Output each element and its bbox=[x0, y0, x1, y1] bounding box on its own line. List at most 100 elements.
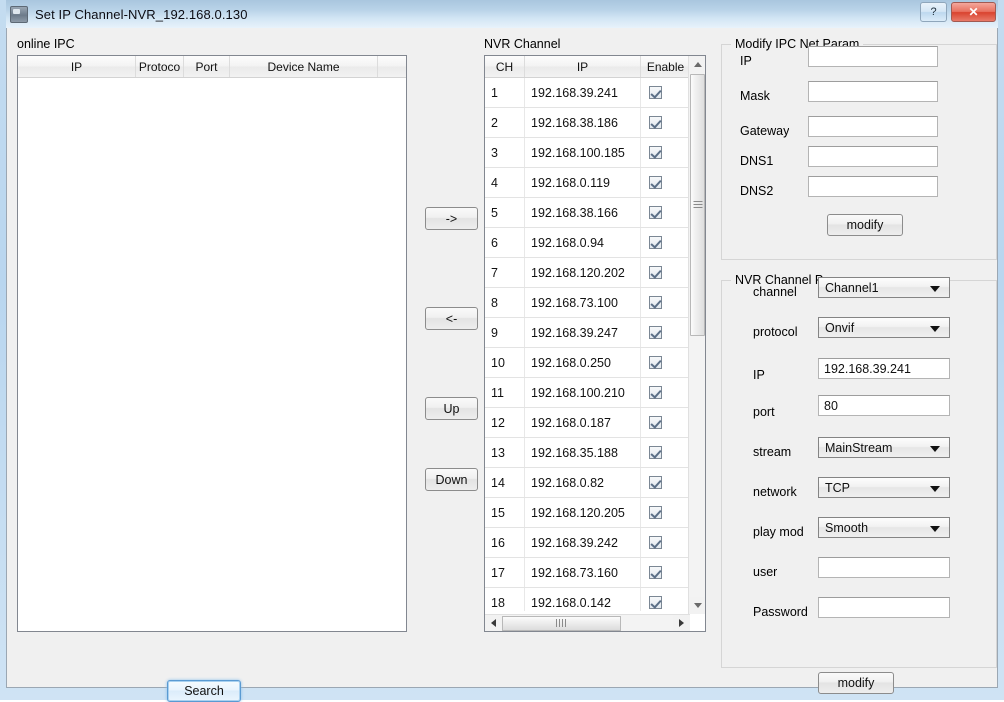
ipc-dns1-input[interactable] bbox=[808, 146, 938, 167]
nvr-modify-button[interactable]: modify bbox=[818, 672, 894, 694]
table-row[interactable]: 8 192.168.73.100 bbox=[485, 288, 690, 318]
table-row[interactable]: 4 192.168.0.119 bbox=[485, 168, 690, 198]
help-button[interactable]: ? bbox=[920, 2, 947, 22]
nvr-channel-table-body[interactable]: 1 192.168.39.241 2 192.168.38.186 3 192.168.1… bbox=[485, 78, 690, 611]
move-up-button[interactable]: Up bbox=[425, 397, 478, 420]
table-row[interactable]: 9 192.168.39.247 bbox=[485, 318, 690, 348]
enable-checkbox[interactable] bbox=[649, 476, 662, 489]
channel-enable-cell[interactable] bbox=[641, 438, 690, 467]
enable-checkbox[interactable] bbox=[649, 266, 662, 279]
stream-select[interactable]: MainStream bbox=[818, 437, 950, 458]
nvr-channel-table[interactable]: CH IP Enable 1 192.168.39.241 2 192.168.38.18… bbox=[484, 55, 706, 632]
table-row[interactable]: 14 192.168.0.82 bbox=[485, 468, 690, 498]
ipc-ip-input[interactable] bbox=[808, 46, 938, 67]
enable-checkbox[interactable] bbox=[649, 566, 662, 579]
channel-enable-cell[interactable] bbox=[641, 78, 690, 107]
table-row[interactable]: 1 192.168.39.241 bbox=[485, 78, 690, 108]
enable-checkbox[interactable] bbox=[649, 416, 662, 429]
enable-checkbox[interactable] bbox=[649, 116, 662, 129]
enable-checkbox[interactable] bbox=[649, 206, 662, 219]
online-ipc-table[interactable]: IP Protoco Port Device Name bbox=[17, 55, 407, 632]
password-input[interactable] bbox=[818, 597, 950, 618]
channel-enable-cell[interactable] bbox=[641, 408, 690, 437]
play-mode-select[interactable]: Smooth bbox=[818, 517, 950, 538]
nvr-horizontal-scrollbar[interactable] bbox=[485, 614, 690, 631]
nvr-port-input[interactable]: 80 bbox=[818, 395, 950, 416]
table-row[interactable]: 17 192.168.73.160 bbox=[485, 558, 690, 588]
channel-enable-cell[interactable] bbox=[641, 258, 690, 287]
enable-checkbox[interactable] bbox=[649, 236, 662, 249]
scroll-up-icon[interactable] bbox=[689, 56, 705, 73]
online-ipc-column-header[interactable]: IP bbox=[18, 56, 136, 77]
user-input[interactable] bbox=[818, 557, 950, 578]
move-left-button[interactable]: <- bbox=[425, 307, 478, 330]
channel-enable-cell[interactable] bbox=[641, 378, 690, 407]
close-icon[interactable]: ✕ bbox=[951, 2, 996, 22]
nvr-column-header[interactable]: CH bbox=[485, 56, 525, 77]
channel-enable-cell[interactable] bbox=[641, 528, 690, 557]
ipc-dns2-input[interactable] bbox=[808, 176, 938, 197]
ipc-mask-input[interactable] bbox=[808, 81, 938, 102]
table-row[interactable]: 12 192.168.0.187 bbox=[485, 408, 690, 438]
title-bar[interactable]: Set IP Channel-NVR_192.168.0.130 ? ✕ bbox=[6, 0, 998, 28]
channel-enable-cell[interactable] bbox=[641, 558, 690, 587]
online-ipc-column-header[interactable]: Device Name bbox=[230, 56, 378, 77]
channel-enable-cell[interactable] bbox=[641, 228, 690, 257]
channel-enable-cell[interactable] bbox=[641, 498, 690, 527]
table-row[interactable]: 7 192.168.120.202 bbox=[485, 258, 690, 288]
enable-checkbox[interactable] bbox=[649, 506, 662, 519]
enable-checkbox[interactable] bbox=[649, 176, 662, 189]
channel-enable-cell[interactable] bbox=[641, 108, 690, 137]
scroll-right-icon[interactable] bbox=[673, 614, 690, 631]
network-select[interactable]: TCP bbox=[818, 477, 950, 498]
table-row[interactable]: 13 192.168.35.188 bbox=[485, 438, 690, 468]
enable-checkbox[interactable] bbox=[649, 86, 662, 99]
table-row[interactable]: 11 192.168.100.210 bbox=[485, 378, 690, 408]
channel-enable-cell[interactable] bbox=[641, 288, 690, 317]
enable-checkbox[interactable] bbox=[649, 386, 662, 399]
move-down-button[interactable]: Down bbox=[425, 468, 478, 491]
scroll-left-icon[interactable] bbox=[485, 614, 502, 631]
table-row[interactable]: 10 192.168.0.250 bbox=[485, 348, 690, 378]
scroll-down-icon[interactable] bbox=[689, 597, 705, 614]
channel-enable-cell[interactable] bbox=[641, 138, 690, 167]
nvr-vertical-scrollbar[interactable] bbox=[688, 56, 705, 614]
move-right-button[interactable]: -> bbox=[425, 207, 478, 230]
enable-checkbox[interactable] bbox=[649, 326, 662, 339]
channel-enable-cell[interactable] bbox=[641, 168, 690, 197]
enable-checkbox[interactable] bbox=[649, 536, 662, 549]
enable-checkbox[interactable] bbox=[649, 356, 662, 369]
nvr-column-header[interactable]: IP bbox=[525, 56, 641, 77]
table-row[interactable]: 2 192.168.38.186 bbox=[485, 108, 690, 138]
table-row[interactable]: 16 192.168.39.242 bbox=[485, 528, 690, 558]
table-row[interactable]: 18 192.168.0.142 bbox=[485, 588, 690, 611]
enable-checkbox[interactable] bbox=[649, 446, 662, 459]
channel-enable-cell[interactable] bbox=[641, 468, 690, 497]
channel-enable-cell[interactable] bbox=[641, 318, 690, 347]
table-row[interactable]: 3 192.168.100.185 bbox=[485, 138, 690, 168]
channel-select[interactable]: Channel1 bbox=[818, 277, 950, 298]
window-title: Set IP Channel-NVR_192.168.0.130 bbox=[35, 6, 248, 22]
nvr-ip-input[interactable]: 192.168.39.241 bbox=[818, 358, 950, 379]
nvr-vertical-scroll-thumb[interactable] bbox=[690, 74, 705, 336]
online-ipc-column-header[interactable]: Port bbox=[184, 56, 230, 77]
table-row[interactable]: 15 192.168.120.205 bbox=[485, 498, 690, 528]
protocol-select[interactable]: Onvif bbox=[818, 317, 950, 338]
channel-number-cell: 3 bbox=[485, 138, 525, 167]
enable-checkbox[interactable] bbox=[649, 296, 662, 309]
channel-enable-cell[interactable] bbox=[641, 348, 690, 377]
channel-number-cell: 7 bbox=[485, 258, 525, 287]
channel-enable-cell[interactable] bbox=[641, 198, 690, 227]
table-row[interactable]: 5 192.168.38.166 bbox=[485, 198, 690, 228]
enable-checkbox[interactable] bbox=[649, 146, 662, 159]
ipc-modify-button[interactable]: modify bbox=[827, 214, 903, 236]
online-ipc-column-header[interactable]: Protoco bbox=[136, 56, 184, 77]
nvr-column-header[interactable]: Enable bbox=[641, 56, 690, 77]
channel-enable-cell[interactable] bbox=[641, 588, 690, 611]
ipc-gateway-input[interactable] bbox=[808, 116, 938, 137]
enable-checkbox[interactable] bbox=[649, 596, 662, 609]
nvr-horizontal-scroll-thumb[interactable] bbox=[502, 615, 621, 631]
search-button[interactable]: Search bbox=[167, 680, 241, 702]
table-row[interactable]: 6 192.168.0.94 bbox=[485, 228, 690, 258]
online-ipc-column-header[interactable] bbox=[378, 56, 406, 77]
